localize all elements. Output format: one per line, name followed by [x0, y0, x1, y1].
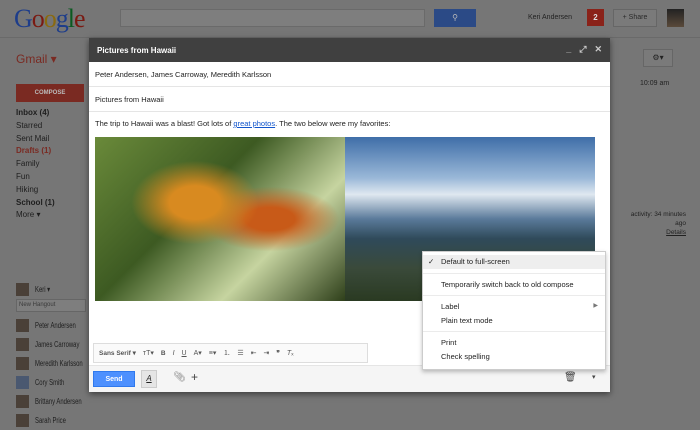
- menu-item-check-spelling[interactable]: Check spelling: [423, 350, 605, 364]
- search-icon: ⚲: [452, 13, 458, 22]
- sidebar-nav: Inbox (4) Starred Sent Mail Drafts (1) F…: [16, 107, 55, 222]
- sidebar-item-more[interactable]: More ▾: [16, 209, 55, 222]
- message-time: 10:09 am: [640, 80, 670, 87]
- expand-icon[interactable]: ⤢: [579, 44, 586, 55]
- contact-name: Meredith Karlsson: [35, 359, 83, 368]
- underline-icon[interactable]: U: [182, 350, 187, 357]
- me-name: Keri ▾: [35, 285, 51, 294]
- menu-item-default-fullscreen[interactable]: ✓ Default to full-screen: [423, 255, 605, 269]
- great-photos-link[interactable]: great photos: [233, 119, 275, 128]
- italic-icon[interactable]: I: [173, 350, 175, 357]
- divider: [423, 295, 605, 296]
- contact-name: Cory Smith: [35, 378, 65, 387]
- close-icon[interactable]: ✕: [594, 44, 602, 55]
- indent-more-icon[interactable]: ⇥: [264, 349, 270, 357]
- settings-gear-icon[interactable]: ⚙▾: [643, 49, 673, 67]
- text-color-icon[interactable]: A▾: [194, 349, 202, 357]
- gmail-menu[interactable]: Gmail ▾: [16, 52, 57, 66]
- menu-label: Default to full-screen: [441, 257, 510, 266]
- sidebar-item-school[interactable]: School (1): [16, 197, 55, 210]
- avatar: [16, 338, 29, 351]
- hangouts-list: Keri ▾ New Hangout Peter Andersen James …: [16, 280, 99, 430]
- avatar: [16, 357, 29, 370]
- sidebar-item-family[interactable]: Family: [16, 158, 55, 171]
- menu-label: Label: [441, 302, 460, 311]
- indent-less-icon[interactable]: ⇤: [251, 349, 257, 357]
- photo-flower-lizard[interactable]: [95, 137, 345, 301]
- bulleted-list-icon[interactable]: ☰: [237, 349, 243, 357]
- divider: [423, 272, 605, 274]
- compose-button[interactable]: COMPOSE: [16, 84, 84, 102]
- menu-item-plain-text[interactable]: Plain text mode: [423, 314, 605, 328]
- text-size-icon[interactable]: тT▾: [143, 349, 154, 357]
- compose-title-bar[interactable]: Pictures from Hawaii _ ⤢ ✕: [89, 38, 610, 62]
- menu-item-label[interactable]: Label ▶: [423, 300, 605, 314]
- bold-icon[interactable]: B: [161, 350, 166, 357]
- user-name[interactable]: Keri Andersen: [528, 14, 572, 21]
- compose-title: Pictures from Hawaii: [97, 46, 177, 55]
- activity-text: activity: 34 minutes ago: [630, 211, 686, 227]
- body-text: . The two below were my favorites:: [275, 119, 391, 128]
- sidebar-item-drafts[interactable]: Drafts (1): [16, 145, 55, 158]
- google-bar: Google ⚲ Keri Andersen 2 + Share: [0, 0, 700, 38]
- menu-item-print[interactable]: Print: [423, 336, 605, 350]
- to-field[interactable]: Peter Andersen, James Carroway, Meredith…: [89, 62, 610, 87]
- body-text: The trip to Hawaii was a blast! Got lots…: [95, 119, 234, 128]
- me-status[interactable]: Keri ▾: [16, 280, 99, 299]
- sidebar-item-fun[interactable]: Fun: [16, 171, 55, 184]
- sidebar-item-inbox[interactable]: Inbox (4): [16, 107, 55, 120]
- avatar[interactable]: [667, 9, 684, 27]
- font-select[interactable]: Sans Serif ▾: [99, 349, 136, 357]
- subject-field[interactable]: Pictures from Hawaii: [89, 87, 610, 112]
- formatting-toolbar: Sans Serif ▾ тT▾ B I U A▾ ≡▾ ⒈ ☰ ⇤ ⇥ ❞ T…: [93, 343, 368, 363]
- contact-name: James Carroway: [35, 340, 80, 349]
- divider: [423, 331, 605, 332]
- contact-item[interactable]: Brittany Andersen: [16, 392, 99, 411]
- share-button[interactable]: + Share: [613, 9, 657, 27]
- contact-name: Peter Andersen: [35, 321, 76, 330]
- contact-item[interactable]: Sarah Price: [16, 411, 99, 430]
- contact-item[interactable]: James Carroway: [16, 335, 99, 354]
- contact-item[interactable]: Meredith Karlsson: [16, 354, 99, 373]
- submenu-arrow-icon: ▶: [593, 303, 598, 309]
- contact-item[interactable]: Cory Smith: [16, 373, 99, 392]
- contact-name: Brittany Andersen: [35, 397, 82, 406]
- sidebar-item-starred[interactable]: Starred: [16, 120, 55, 133]
- more-options-menu: ✓ Default to full-screen Temporarily swit…: [422, 251, 606, 370]
- avatar: [16, 283, 29, 296]
- numbered-list-icon[interactable]: ⒈: [223, 348, 230, 358]
- quote-icon[interactable]: ❞: [276, 349, 280, 357]
- insert-more-icon[interactable]: +: [191, 370, 198, 384]
- sidebar-item-sent[interactable]: Sent Mail: [16, 133, 55, 146]
- formatting-options-icon[interactable]: A: [141, 370, 157, 388]
- menu-item-old-compose[interactable]: Temporarily switch back to old compose: [423, 278, 605, 292]
- details-link[interactable]: Details: [620, 228, 686, 237]
- attach-icon[interactable]: 📎︎: [173, 372, 186, 383]
- account-activity: activity: 34 minutes ago Details: [620, 210, 686, 237]
- new-hangout-input[interactable]: New Hangout: [16, 299, 86, 312]
- avatar: [16, 414, 29, 427]
- avatar: [16, 395, 29, 408]
- remove-formatting-icon[interactable]: Tₓ: [287, 350, 294, 357]
- contact-item[interactable]: Peter Andersen: [16, 316, 99, 335]
- minimize-icon[interactable]: _: [566, 44, 571, 55]
- notification-badge[interactable]: 2: [587, 9, 604, 26]
- message-body[interactable]: The trip to Hawaii was a blast! Got lots…: [89, 112, 610, 135]
- contact-name: Sarah Price: [35, 416, 66, 425]
- more-options-icon[interactable]: ▾: [592, 373, 596, 381]
- send-button[interactable]: Send: [93, 371, 135, 387]
- avatar: [16, 319, 29, 332]
- search-button[interactable]: ⚲: [434, 9, 476, 27]
- align-icon[interactable]: ≡▾: [209, 349, 217, 357]
- trash-icon[interactable]: 🗑︎: [564, 372, 577, 383]
- search-input[interactable]: [120, 9, 425, 27]
- check-icon: ✓: [428, 257, 435, 266]
- avatar: [16, 376, 29, 389]
- sidebar-item-hiking[interactable]: Hiking: [16, 184, 55, 197]
- google-logo[interactable]: Google: [14, 4, 86, 34]
